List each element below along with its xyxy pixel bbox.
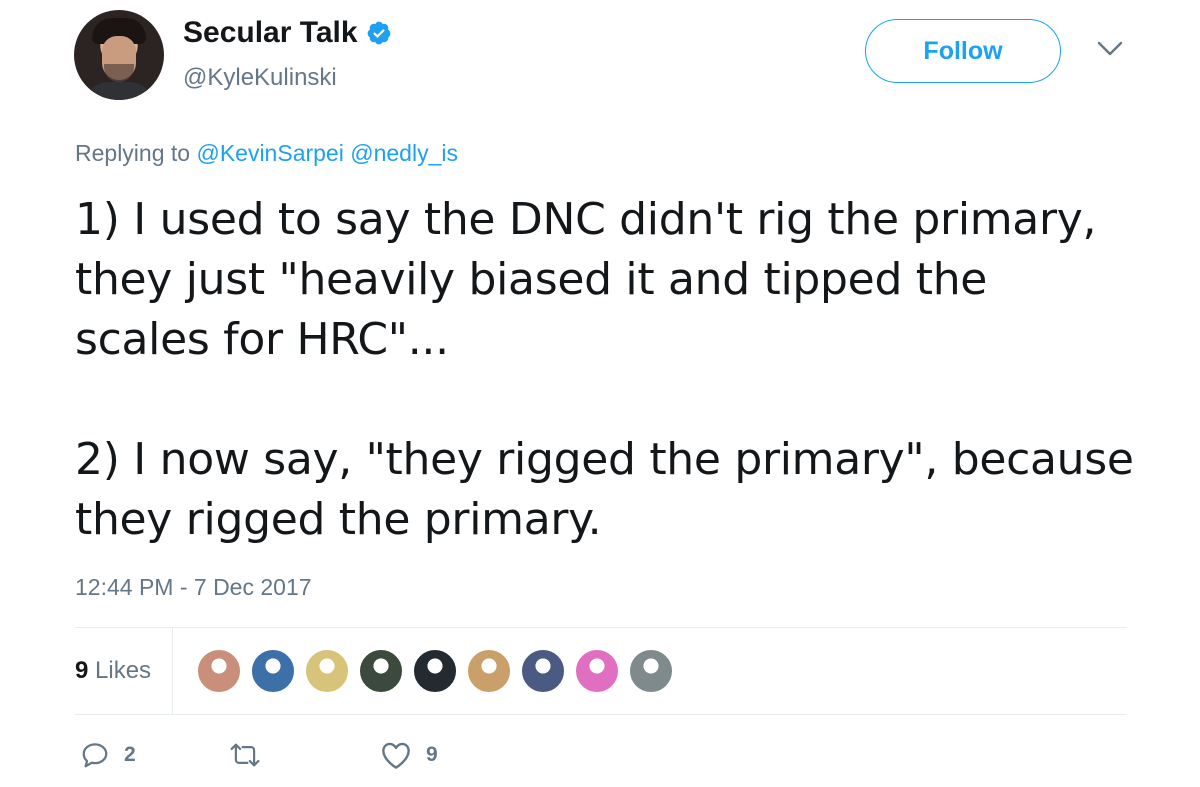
avatar-beard: [104, 64, 134, 82]
chevron-down-icon[interactable]: [1097, 40, 1123, 58]
avatar-shirt: [80, 82, 158, 100]
tweet-timestamp[interactable]: 12:44 PM - 7 Dec 2017: [75, 574, 312, 601]
reply-icon: [82, 743, 108, 768]
mention-link[interactable]: @nedly_is: [350, 140, 458, 166]
follow-button[interactable]: Follow: [865, 19, 1061, 83]
author-avatar[interactable]: [74, 10, 164, 100]
liker-avatar[interactable]: [466, 648, 512, 694]
stats-bottom-divider: [75, 714, 1127, 715]
likes-stat[interactable]: 9 Likes: [75, 657, 151, 685]
liker-avatar[interactable]: [412, 648, 458, 694]
author-name-row[interactable]: Secular Talk: [183, 16, 392, 50]
author-handle[interactable]: @KyleKulinski: [183, 64, 337, 92]
tweet-paragraph: 1) I used to say the DNC didn't rig the …: [75, 194, 1097, 365]
likes-label: Likes: [95, 657, 152, 684]
liker-avatar[interactable]: [250, 648, 296, 694]
replying-prefix: Replying to: [75, 140, 191, 166]
liker-avatar[interactable]: [196, 648, 242, 694]
liker-avatar[interactable]: [574, 648, 620, 694]
liker-avatar[interactable]: [628, 648, 674, 694]
author-display-name[interactable]: Secular Talk: [183, 16, 358, 50]
reply-action[interactable]: 2: [80, 740, 136, 770]
mention-link[interactable]: @KevinSarpei: [196, 140, 343, 166]
like-count: 9: [426, 743, 438, 766]
stats-vertical-divider: [172, 628, 173, 714]
heart-icon: [382, 742, 410, 769]
liker-avatar[interactable]: [304, 648, 350, 694]
likes-count: 9: [75, 657, 89, 684]
tweet-text: 1) I used to say the DNC didn't rig the …: [75, 190, 1135, 550]
replying-to: Replying to @KevinSarpei @nedly_is: [75, 140, 458, 167]
stats-top-divider: [75, 627, 1127, 628]
liker-avatar[interactable]: [520, 648, 566, 694]
liker-avatar[interactable]: [358, 648, 404, 694]
like-action[interactable]: 9: [380, 740, 438, 770]
verified-badge-icon: [367, 21, 390, 45]
tweet-paragraph: 2) I now say, "they rigged the primary",…: [75, 434, 1134, 545]
retweet-action[interactable]: [228, 740, 276, 770]
reply-count: 2: [124, 743, 136, 766]
retweet-icon: [230, 743, 260, 767]
